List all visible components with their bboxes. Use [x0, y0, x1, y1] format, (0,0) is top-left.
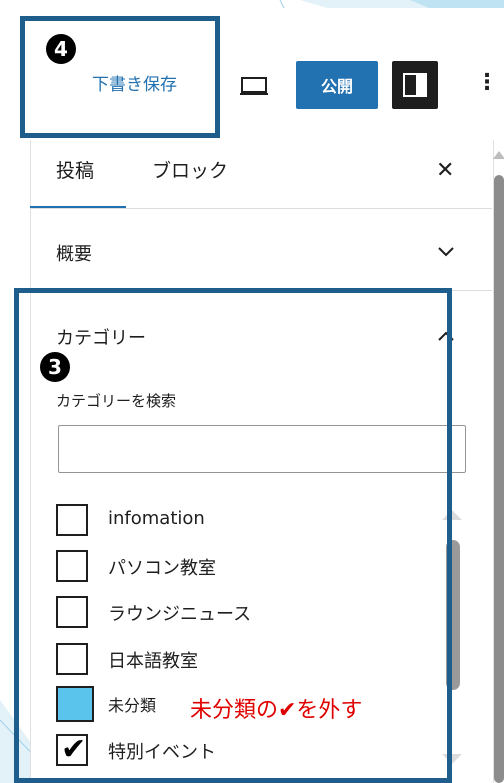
preview-desktop-icon[interactable]	[238, 72, 274, 98]
sidebar-settings-icon	[403, 73, 427, 97]
highlight-box-draft	[20, 16, 220, 138]
panel-scroll-up-icon[interactable]	[492, 150, 504, 160]
more-options-icon[interactable]: ⋮	[476, 70, 498, 95]
settings-sidebar-toggle[interactable]	[392, 61, 438, 109]
panel-scrollbar[interactable]	[494, 175, 504, 783]
chevron-down-icon[interactable]	[436, 246, 456, 258]
tab-block[interactable]: ブロック	[152, 156, 228, 183]
step-badge-3: 3	[40, 352, 70, 382]
close-icon[interactable]: ✕	[436, 158, 454, 183]
step-badge-4: 4	[46, 34, 76, 64]
highlight-box-categories	[14, 288, 452, 783]
divider	[30, 208, 492, 209]
summary-section-title[interactable]: 概要	[56, 240, 92, 266]
publish-button[interactable]: 公開	[296, 61, 378, 109]
tab-post[interactable]: 投稿	[56, 156, 94, 183]
